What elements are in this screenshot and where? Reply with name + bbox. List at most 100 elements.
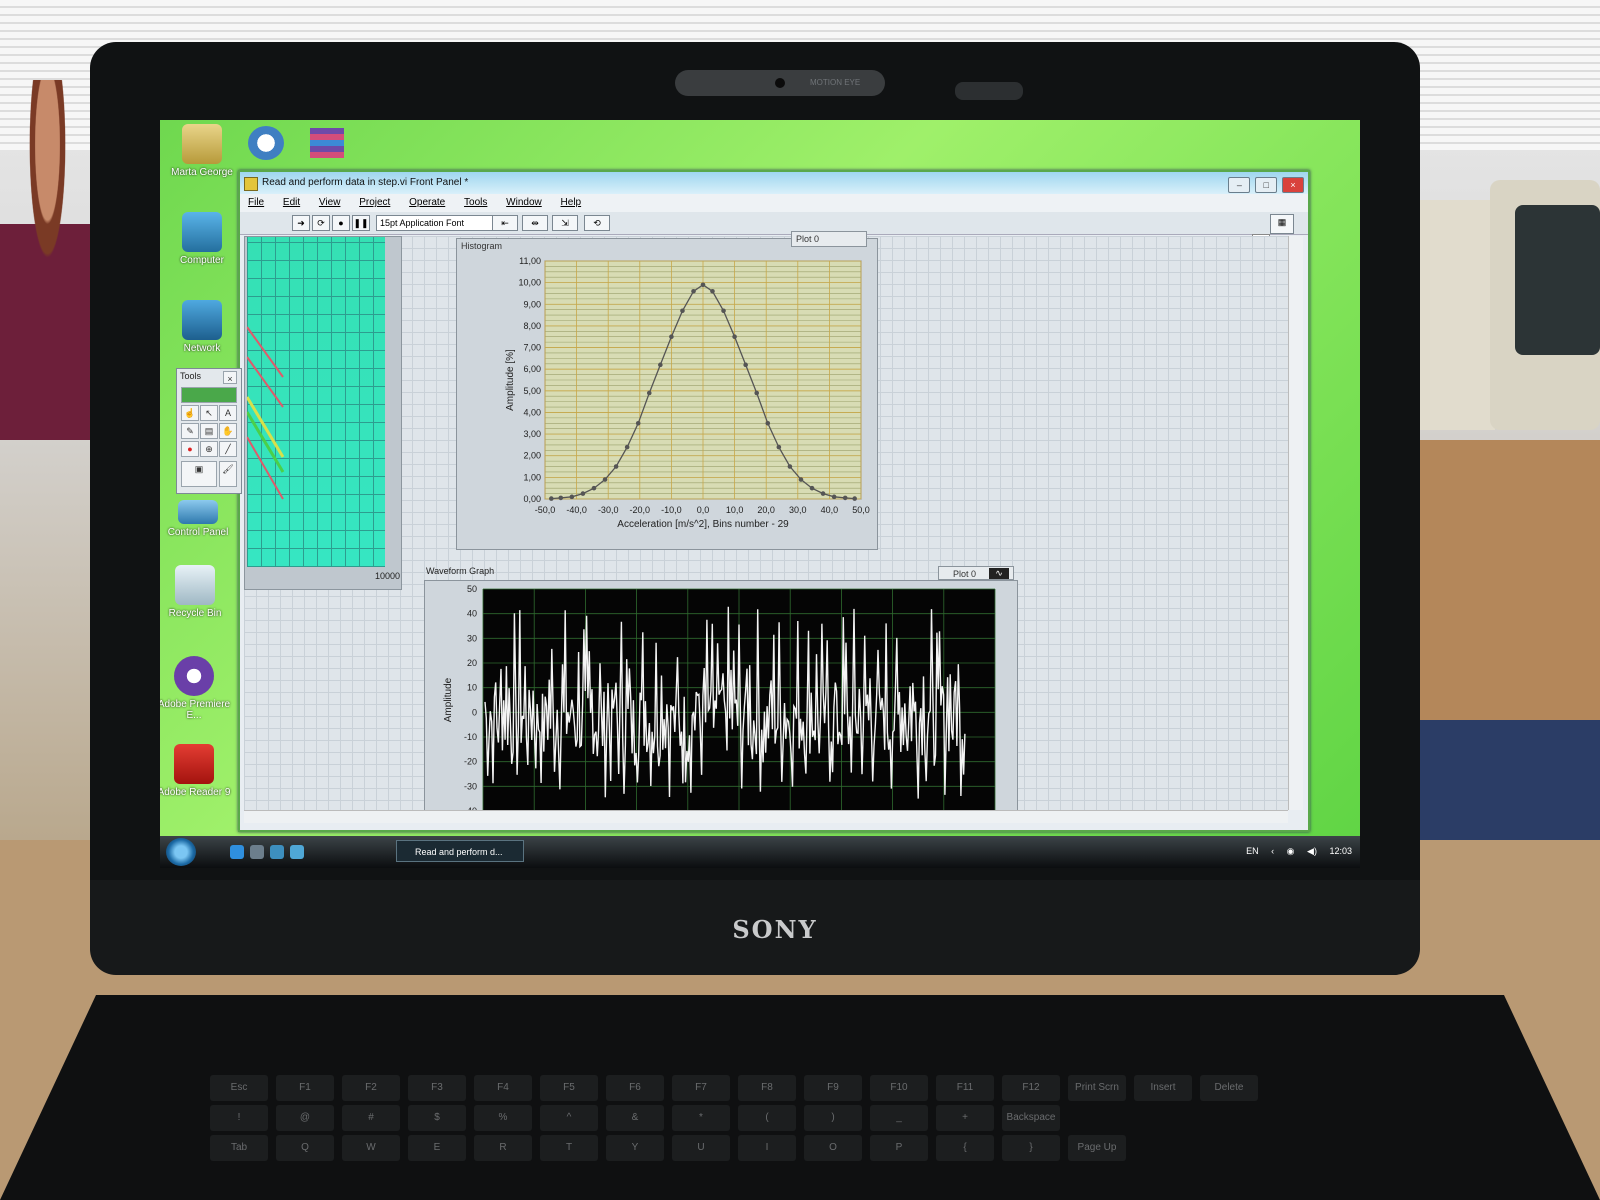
vertical-scrollbar[interactable]	[1288, 236, 1303, 810]
close-icon[interactable]: ×	[223, 371, 237, 384]
network-tray-icon[interactable]: ◉	[1287, 846, 1295, 856]
key-row3-6[interactable]: Y	[606, 1135, 664, 1161]
menu-edit[interactable]: Edit	[275, 194, 308, 211]
key-row1-6[interactable]: F6	[606, 1075, 664, 1101]
menu-tools[interactable]: Tools	[456, 194, 495, 211]
key-row2-12[interactable]: Backspace	[1002, 1105, 1060, 1131]
font-select[interactable]: 15pt Application Font	[376, 215, 493, 231]
wiring-icon[interactable]: ✎	[181, 423, 199, 439]
key-row1-13[interactable]: Print Scrn	[1068, 1075, 1126, 1101]
key-row2-2[interactable]: #	[342, 1105, 400, 1131]
key-row2-5[interactable]: ^	[540, 1105, 598, 1131]
resize-objects-icon[interactable]: ⇲	[552, 215, 578, 231]
maximize-icon[interactable]: □	[1255, 177, 1278, 193]
brush-icon[interactable]: 🖌	[219, 461, 237, 487]
key-row2-1[interactable]: @	[276, 1105, 334, 1131]
menu-operate[interactable]: Operate	[401, 194, 453, 211]
close-icon[interactable]: ×	[1282, 177, 1304, 193]
key-row3-2[interactable]: W	[342, 1135, 400, 1161]
get-color-icon[interactable]: ╱	[219, 441, 237, 457]
volume-icon[interactable]: ◀)	[1307, 846, 1317, 856]
horizontal-scrollbar[interactable]	[244, 810, 1288, 823]
scroll-hand-icon[interactable]: ✋	[219, 423, 237, 439]
media-icon[interactable]	[290, 845, 304, 859]
desktop-icon-premiere[interactable]: Adobe Premiere E...	[160, 656, 234, 721]
key-row3-4[interactable]: R	[474, 1135, 532, 1161]
position-arrow-icon[interactable]: ↖	[200, 405, 218, 421]
desktop-icon-control-panel[interactable]: Control Panel	[160, 500, 238, 538]
probe-icon[interactable]: ⊕	[200, 441, 218, 457]
key-row2-3[interactable]: $	[408, 1105, 466, 1131]
desktop-icon-network[interactable]: Network	[162, 300, 242, 354]
menu-help[interactable]: Help	[553, 194, 590, 211]
run-arrow-icon[interactable]: ➜	[292, 215, 310, 231]
title-bar[interactable]: Read and perform data in step.vi Front P…	[240, 172, 1308, 194]
color-swatch[interactable]: ▣	[181, 461, 217, 487]
desktop-icon-recycle-bin[interactable]: Recycle Bin	[160, 565, 235, 619]
key-row3-7[interactable]: U	[672, 1135, 730, 1161]
key-row2-0[interactable]: !	[210, 1105, 268, 1131]
key-row2-8[interactable]: (	[738, 1105, 796, 1131]
operate-hand-icon[interactable]: ☝	[181, 405, 199, 421]
key-row1-5[interactable]: F5	[540, 1075, 598, 1101]
key-row1-9[interactable]: F9	[804, 1075, 862, 1101]
breakpoint-icon[interactable]: ●	[181, 441, 199, 457]
key-row2-4[interactable]: %	[474, 1105, 532, 1131]
key-row1-4[interactable]: F4	[474, 1075, 532, 1101]
vi-icon[interactable]: ▦	[1270, 214, 1294, 234]
key-row1-10[interactable]: F10	[870, 1075, 928, 1101]
start-button-icon[interactable]	[166, 838, 196, 866]
minimize-icon[interactable]: –	[1228, 177, 1251, 193]
distribute-objects-icon[interactable]: ⇹	[522, 215, 548, 231]
tray-arrow-icon[interactable]: ‹	[1271, 846, 1274, 856]
key-row1-1[interactable]: F1	[276, 1075, 334, 1101]
auto-tool-selector[interactable]	[181, 387, 237, 403]
desktop-icon-user-folder[interactable]: Marta George	[162, 124, 242, 178]
clock[interactable]: 12:03	[1329, 846, 1352, 856]
abort-icon[interactable]: ●	[332, 215, 350, 231]
key-row2-7[interactable]: *	[672, 1105, 730, 1131]
key-row1-15[interactable]: Delete	[1200, 1075, 1258, 1101]
menu-view[interactable]: View	[311, 194, 349, 211]
camera-switch[interactable]	[955, 82, 1023, 100]
key-row2-10[interactable]: _	[870, 1105, 928, 1131]
key-row2-9[interactable]: )	[804, 1105, 862, 1131]
key-row1-3[interactable]: F3	[408, 1075, 466, 1101]
key-row3-9[interactable]: O	[804, 1135, 862, 1161]
key-row1-0[interactable]: Esc	[210, 1075, 268, 1101]
run-continuously-icon[interactable]: ⟳	[312, 215, 330, 231]
key-row1-11[interactable]: F11	[936, 1075, 994, 1101]
align-objects-icon[interactable]: ⇤	[492, 215, 518, 231]
show-desktop-icon[interactable]	[270, 845, 284, 859]
key-row2-11[interactable]: +	[936, 1105, 994, 1131]
shortcut-icon[interactable]	[248, 126, 284, 160]
menu-window[interactable]: Window	[498, 194, 550, 211]
key-row3-5[interactable]: T	[540, 1135, 598, 1161]
key-row3-0[interactable]: Tab	[210, 1135, 268, 1161]
reorder-icon[interactable]: ⟲	[584, 215, 610, 231]
waveform-plot-legend[interactable]: Plot 0 ∿	[938, 566, 1014, 580]
shortcut-menu-icon[interactable]: ▤	[200, 423, 218, 439]
key-row3-13[interactable]: Page Up	[1068, 1135, 1126, 1161]
key-row3-8[interactable]: I	[738, 1135, 796, 1161]
winrar-icon[interactable]	[310, 128, 344, 158]
desktop-icon-acrobat[interactable]: Adobe Reader 9	[160, 744, 234, 798]
pause-icon[interactable]: ❚❚	[352, 215, 370, 231]
language-indicator[interactable]: EN	[1246, 846, 1259, 856]
key-row3-12[interactable]: }	[1002, 1135, 1060, 1161]
text-tool-icon[interactable]: A	[219, 405, 237, 421]
key-row2-6[interactable]: &	[606, 1105, 664, 1131]
ie-icon[interactable]	[230, 845, 244, 859]
key-row3-3[interactable]: E	[408, 1135, 466, 1161]
key-row1-7[interactable]: F7	[672, 1075, 730, 1101]
menu-file[interactable]: File	[240, 194, 272, 211]
key-row1-12[interactable]: F12	[1002, 1075, 1060, 1101]
key-row1-14[interactable]: Insert	[1134, 1075, 1192, 1101]
switch-windows-icon[interactable]	[250, 845, 264, 859]
desktop-icon-computer[interactable]: Computer	[162, 212, 242, 266]
key-row3-10[interactable]: P	[870, 1135, 928, 1161]
menu-project[interactable]: Project	[351, 194, 398, 211]
key-row1-8[interactable]: F8	[738, 1075, 796, 1101]
key-row3-1[interactable]: Q	[276, 1135, 334, 1161]
taskbar-item-labview[interactable]: Read and perform d...	[396, 840, 524, 862]
